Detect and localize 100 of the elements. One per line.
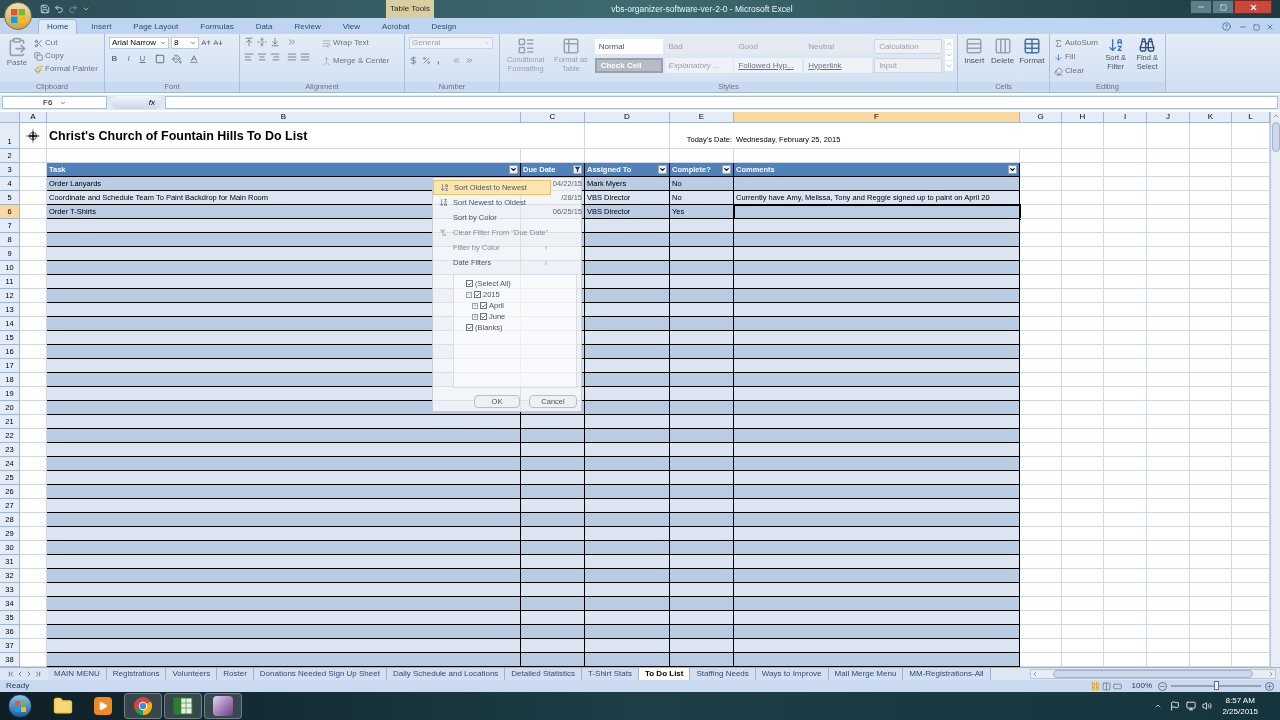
ribbon-tab[interactable]: Formulas bbox=[192, 19, 242, 34]
underline-button[interactable]: U bbox=[137, 53, 148, 64]
expand-toggle[interactable] bbox=[472, 313, 478, 320]
align-bottom-icon[interactable] bbox=[270, 37, 280, 47]
shrink-font-icon[interactable] bbox=[213, 38, 223, 48]
save-icon[interactable] bbox=[40, 4, 50, 14]
font-name-field[interactable]: Arial Narrow bbox=[109, 37, 169, 49]
column-header[interactable]: I bbox=[1104, 112, 1147, 123]
cell-style[interactable]: Hyperlink bbox=[804, 58, 873, 73]
fill-color-icon[interactable] bbox=[172, 53, 182, 64]
format-button[interactable]: Format bbox=[1018, 37, 1045, 67]
column-header[interactable]: D bbox=[585, 112, 670, 123]
sheet-tab[interactable]: MAIN MENU bbox=[48, 668, 107, 680]
paste-button[interactable]: Paste bbox=[4, 37, 30, 69]
sheet-tab[interactable]: Staffing Needs bbox=[690, 668, 756, 680]
filter-button[interactable] bbox=[658, 165, 667, 174]
zoom-slider-thumb[interactable] bbox=[1214, 681, 1219, 690]
align-center-icon[interactable] bbox=[257, 52, 267, 62]
cut-button[interactable]: Cut bbox=[34, 37, 98, 49]
align-left-icon[interactable] bbox=[244, 52, 254, 62]
taskbar-app[interactable] bbox=[164, 693, 202, 719]
format-painter-button[interactable]: Format Painter bbox=[34, 63, 98, 75]
clear-button[interactable]: Clear bbox=[1054, 65, 1098, 77]
ribbon-tab[interactable]: Design bbox=[423, 19, 465, 34]
insert-button[interactable]: Insert bbox=[962, 37, 987, 67]
scroll-down-icon[interactable] bbox=[945, 50, 953, 60]
sheet-tab[interactable]: Registrations bbox=[106, 668, 167, 680]
redo-icon[interactable] bbox=[68, 4, 78, 14]
double-chevron-left-icon[interactable] bbox=[451, 56, 461, 66]
first-sheet-icon[interactable] bbox=[6, 670, 15, 678]
sheet-tab[interactable]: Daily Schedule and Locations bbox=[386, 668, 506, 680]
sheet-tab[interactable]: Ways to Improve bbox=[755, 668, 829, 680]
merge-center-button[interactable]: Merge & Center bbox=[322, 55, 390, 67]
align-top-icon[interactable] bbox=[244, 37, 254, 47]
formula-input[interactable] bbox=[165, 96, 1278, 109]
currency-icon[interactable] bbox=[409, 56, 418, 66]
restore-button[interactable] bbox=[1212, 0, 1234, 14]
page-layout-view-icon[interactable] bbox=[1101, 681, 1111, 691]
checkbox[interactable] bbox=[466, 324, 473, 331]
cell-style[interactable]: Followed Hyp... bbox=[734, 58, 803, 73]
sheet-tab[interactable]: MM-Registrations-All bbox=[903, 668, 991, 680]
volume-icon[interactable] bbox=[1202, 701, 1213, 711]
customize-toolbar-icon[interactable] bbox=[82, 5, 90, 13]
sheet-tab[interactable]: Roster bbox=[217, 668, 254, 680]
checkbox[interactable] bbox=[474, 291, 481, 298]
close-button[interactable] bbox=[1234, 0, 1272, 14]
filter-button[interactable] bbox=[722, 165, 731, 174]
taskbar-app[interactable] bbox=[124, 693, 162, 719]
column-header[interactable]: B bbox=[47, 112, 521, 123]
more-styles-icon[interactable] bbox=[945, 61, 953, 71]
ribbon-tab[interactable]: Acrobat bbox=[374, 19, 418, 34]
collapse-toggle[interactable] bbox=[466, 291, 472, 298]
column-header[interactable]: F bbox=[734, 112, 1020, 123]
last-sheet-icon[interactable] bbox=[33, 670, 42, 678]
insert-function-button[interactable]: fx bbox=[148, 96, 155, 109]
zoom-in-icon[interactable] bbox=[1265, 681, 1274, 691]
expand-toggle[interactable] bbox=[472, 302, 478, 309]
filter-button[interactable] bbox=[509, 165, 518, 174]
sheet-tab[interactable]: Mail Merge Menu bbox=[828, 668, 904, 680]
workbook-minimize-icon[interactable] bbox=[1239, 23, 1247, 31]
sheet-tab[interactable]: T-Shirt Stats bbox=[581, 668, 639, 680]
copy-button[interactable]: Copy bbox=[34, 50, 98, 62]
ribbon-tab[interactable]: Data bbox=[247, 19, 281, 34]
filter-button[interactable] bbox=[1008, 165, 1017, 174]
page-break-view-icon[interactable] bbox=[1112, 681, 1122, 691]
checkbox[interactable] bbox=[480, 302, 487, 309]
checkbox[interactable] bbox=[480, 313, 487, 320]
wrap-text-button[interactable]: Wrap Text bbox=[322, 37, 390, 49]
double-chevron-right-icon[interactable] bbox=[464, 56, 474, 66]
ribbon-tab[interactable]: Page Layout bbox=[125, 19, 187, 34]
fill-button[interactable]: Fill bbox=[1054, 51, 1098, 63]
font-color-icon[interactable] bbox=[189, 53, 199, 64]
start-button[interactable] bbox=[8, 694, 32, 718]
horizontal-scrollbar[interactable] bbox=[1030, 669, 1276, 679]
column-header[interactable]: L bbox=[1232, 112, 1270, 123]
select-all-corner[interactable] bbox=[0, 112, 20, 123]
ribbon-tab[interactable]: Review bbox=[286, 19, 329, 34]
sheet-tab[interactable]: Detailed Statistics bbox=[505, 668, 582, 680]
scroll-up-icon[interactable] bbox=[945, 39, 953, 49]
sheet-tab[interactable]: To Do List bbox=[638, 668, 691, 680]
sheet-tab[interactable]: Donations Needed Sign Up Sheet bbox=[253, 668, 387, 680]
align-middle-icon[interactable] bbox=[257, 37, 267, 47]
workbook-close-icon[interactable] bbox=[1266, 23, 1274, 31]
minimize-button[interactable] bbox=[1190, 0, 1212, 14]
sheet-tab[interactable]: Volunteers bbox=[166, 668, 218, 680]
network-icon[interactable] bbox=[1186, 701, 1197, 711]
grow-font-icon[interactable] bbox=[201, 38, 211, 48]
italic-button[interactable]: I bbox=[123, 53, 134, 64]
checkbox[interactable] bbox=[466, 280, 473, 287]
column-header[interactable]: C bbox=[521, 112, 585, 123]
vertical-scrollbar[interactable] bbox=[1270, 112, 1280, 667]
help-icon[interactable] bbox=[1222, 22, 1231, 31]
clock[interactable]: 8:57 AM 2/25/2015 bbox=[1222, 695, 1258, 717]
name-box[interactable]: F6 bbox=[2, 96, 107, 109]
show-hidden-icons[interactable] bbox=[1154, 702, 1163, 710]
bold-button[interactable]: B bbox=[109, 53, 120, 64]
workbook-restore-icon[interactable] bbox=[1253, 24, 1260, 31]
column-header[interactable]: E bbox=[670, 112, 734, 123]
border-icon[interactable] bbox=[155, 53, 165, 64]
delete-button[interactable]: Delete bbox=[990, 37, 1015, 67]
